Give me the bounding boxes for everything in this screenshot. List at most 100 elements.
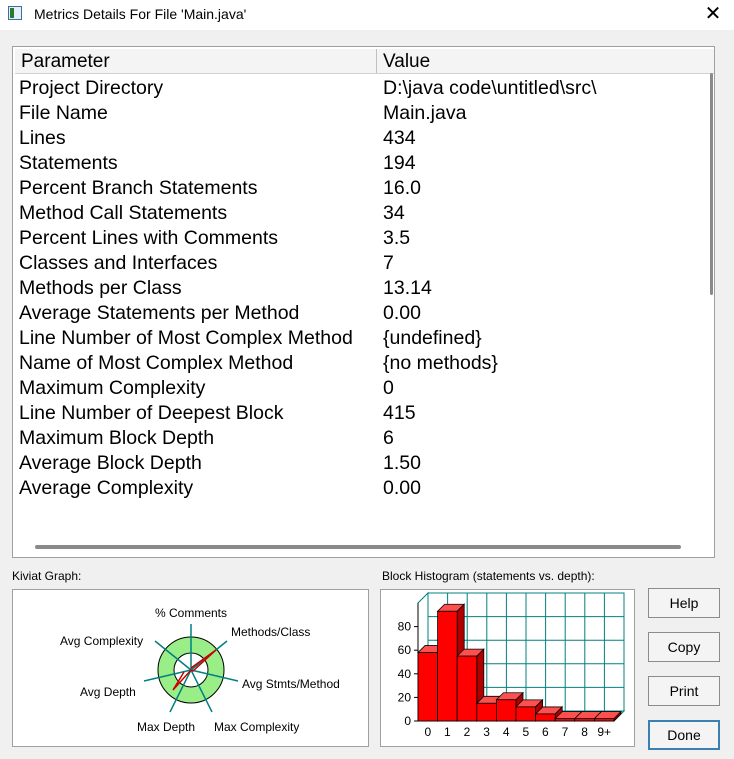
column-header-value[interactable]: Value xyxy=(383,51,430,73)
parameter-cell: Classes and Interfaces xyxy=(19,252,218,274)
value-cell: 434 xyxy=(383,127,416,149)
parameter-cell: Method Call Statements xyxy=(19,202,228,224)
table-row[interactable]: Percent Lines with Comments 3.5 xyxy=(13,227,703,252)
table-row[interactable]: Statements 194 xyxy=(13,152,703,177)
table-row[interactable]: Maximum Block Depth 6 xyxy=(13,427,703,452)
parameter-cell: Name of Most Complex Method xyxy=(19,352,294,374)
table-row[interactable]: Average Block Depth 1.50 xyxy=(13,452,703,477)
window-title: Metrics Details For File 'Main.java' xyxy=(34,6,247,22)
column-divider[interactable] xyxy=(376,49,377,73)
table-row[interactable]: Lines 434 xyxy=(13,127,703,152)
value-cell: D:\java code\untitled\src\ xyxy=(383,77,597,99)
histogram-bar xyxy=(496,699,517,722)
vertical-scroll-thumb[interactable] xyxy=(710,73,713,295)
done-button[interactable]: Done xyxy=(648,720,720,750)
parameter-cell: Statements xyxy=(19,152,118,174)
kiviat-label-max-depth: Max Depth xyxy=(137,720,195,734)
y-tick-label: 0 xyxy=(404,714,411,728)
y-tick-label: 60 xyxy=(398,643,412,657)
table-row[interactable]: Average Statements per Method 0.00 xyxy=(13,302,703,327)
value-cell: 0.00 xyxy=(383,302,421,324)
histogram-bar xyxy=(437,610,458,722)
copy-button[interactable]: Copy xyxy=(648,632,720,662)
kiviat-label-max-complexity: Max Complexity xyxy=(214,720,299,734)
x-tick-label: 7 xyxy=(562,725,569,739)
parameter-cell: Maximum Block Depth xyxy=(19,427,215,449)
parameter-cell: Percent Lines with Comments xyxy=(19,227,279,249)
parameter-cell: Methods per Class xyxy=(19,277,182,299)
value-cell: 13.14 xyxy=(383,277,432,299)
table-row[interactable]: Method Call Statements 34 xyxy=(13,202,703,227)
parameter-cell: Percent Branch Statements xyxy=(19,177,258,199)
parameter-cell: Average Statements per Method xyxy=(19,302,300,324)
title-bar: Metrics Details For File 'Main.java' ✕ xyxy=(0,0,734,30)
value-cell: Main.java xyxy=(383,102,467,124)
table-row[interactable]: File Name Main.java xyxy=(13,102,703,127)
table-row[interactable]: Methods per Class 13.14 xyxy=(13,277,703,302)
parameter-cell: Average Block Depth xyxy=(19,452,202,474)
parameter-cell: Line Number of Most Complex Method xyxy=(19,327,353,349)
y-tick-label: 40 xyxy=(398,667,412,681)
parameter-cell: Lines xyxy=(19,127,66,149)
parameter-cell: Line Number of Deepest Block xyxy=(19,402,284,424)
parameter-cell: Project Directory xyxy=(19,77,164,99)
parameter-cell: Average Complexity xyxy=(19,477,194,499)
x-tick-label: 0 xyxy=(424,725,431,739)
kiviat-label-avg-stmts: Avg Stmts/Method xyxy=(242,677,340,691)
table-row[interactable]: Line Number of Deepest Block 415 xyxy=(13,402,703,427)
histogram-bar xyxy=(456,655,478,722)
table-row[interactable]: Name of Most Complex Method {no methods} xyxy=(13,352,703,377)
table-row[interactable]: Classes and Interfaces 7 xyxy=(13,252,703,277)
histogram-svg: 0204060800 1 2 3 4 5 6 7 8 9+ xyxy=(398,591,626,739)
x-tick-label: 1 xyxy=(444,725,451,739)
print-button[interactable]: Print xyxy=(648,676,720,706)
x-tick-label: 6 xyxy=(542,725,549,739)
histogram-bar xyxy=(593,718,615,722)
value-cell: 1.50 xyxy=(383,452,421,474)
histogram-bar xyxy=(535,713,556,722)
table-row[interactable]: Percent Branch Statements 16.0 xyxy=(13,177,703,202)
table-row[interactable]: Project Directory D:\java code\untitled\s… xyxy=(13,77,703,102)
kiviat-svg: % Comments Methods/Class Avg Stmts/Metho… xyxy=(60,606,340,734)
table-row[interactable]: Line Number of Most Complex Method {undef… xyxy=(13,327,703,352)
kiviat-label: Kiviat Graph: xyxy=(12,569,82,583)
value-cell: 34 xyxy=(383,202,405,224)
value-cell: 0 xyxy=(383,377,394,399)
table-row[interactable]: Maximum Complexity 0 xyxy=(13,377,703,402)
help-button[interactable]: Help xyxy=(648,588,720,618)
histogram-bar xyxy=(574,718,595,722)
block-histogram: 0 20 40 60 80 0 1 2 3 4 5 6 7 8 9+ xyxy=(380,589,635,747)
value-cell: 7 xyxy=(383,252,394,274)
app-icon xyxy=(8,6,22,20)
table-row[interactable]: Average Complexity 0.00 xyxy=(13,477,703,502)
x-tick-label: 2 xyxy=(464,725,471,739)
histogram-bar xyxy=(554,718,576,722)
value-cell: 194 xyxy=(383,152,416,174)
value-cell: {no methods} xyxy=(383,352,498,374)
value-cell: 3.5 xyxy=(383,227,411,249)
table-header: Parameter Value xyxy=(15,49,714,74)
kiviat-graph: % Comments Methods/Class Avg Stmts/Metho… xyxy=(12,589,369,747)
x-tick-label: 8 xyxy=(581,725,588,739)
value-cell: 415 xyxy=(383,402,416,424)
kiviat-label-methods-class: Methods/Class xyxy=(231,625,310,639)
column-header-parameter[interactable]: Parameter xyxy=(21,51,110,73)
value-cell: 0.00 xyxy=(383,477,421,499)
metrics-table[interactable]: Parameter Value Project Directory D:\java… xyxy=(12,46,715,558)
histogram-label: Block Histogram (statements vs. depth): xyxy=(382,569,595,583)
histogram-bar xyxy=(417,652,439,722)
x-tick-label: 3 xyxy=(483,725,490,739)
y-tick-label: 80 xyxy=(398,620,412,634)
parameter-cell: Maximum Complexity xyxy=(19,377,206,399)
value-cell: {undefined} xyxy=(383,327,482,349)
histogram-bar xyxy=(476,702,497,722)
horizontal-scrollbar[interactable] xyxy=(35,545,681,549)
value-cell: 6 xyxy=(383,427,394,449)
parameter-cell: File Name xyxy=(19,102,108,124)
x-tick-label: 9+ xyxy=(597,725,611,739)
close-icon[interactable]: ✕ xyxy=(700,2,726,26)
x-tick-label: 5 xyxy=(522,725,529,739)
vertical-scrollbar[interactable] xyxy=(708,71,714,541)
histogram-bar xyxy=(515,706,537,722)
kiviat-label-avg-complexity: Avg Complexity xyxy=(60,634,143,648)
